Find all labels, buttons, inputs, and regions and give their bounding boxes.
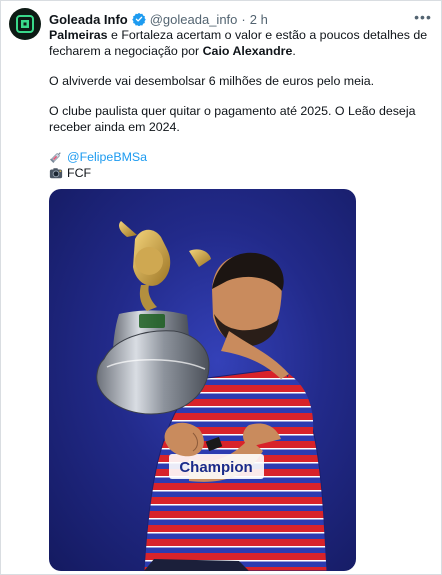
tweet-text: Palmeiras e Fortaleza acertam o valor e … (49, 27, 431, 181)
player-with-trophy-photo: Champion (96, 221, 328, 571)
separator-dot: · (241, 11, 246, 27)
tweet-paragraph-1: Palmeiras e Fortaleza acertam o valor e … (49, 27, 431, 59)
credit-author-link[interactable]: @FelipeBMSa (67, 149, 147, 165)
tweet-card[interactable]: Goleada Info @goleada_info · 2 h ••• Pal… (0, 0, 442, 575)
tweet-photo[interactable]: Champion (49, 189, 356, 571)
camera-emoji-icon (49, 168, 63, 179)
bold-player-name: Caio Alexandre (202, 44, 293, 58)
goleada-logo-icon (16, 15, 34, 33)
syringe-emoji-icon (49, 152, 61, 164)
tweet-paragraph-2: O alviverde vai desembolsar 6 milhões de… (49, 74, 375, 88)
author-handle[interactable]: @goleada_info (150, 12, 238, 27)
credit-photo-text: FCF (67, 166, 92, 180)
avatar[interactable] (9, 8, 41, 40)
tweet-timestamp[interactable]: 2 h (250, 12, 268, 27)
bold-palmeiras: Palmeiras (49, 28, 108, 42)
credit-photo-row: FCF (49, 165, 431, 181)
credit-author-row: @FelipeBMSa (49, 149, 431, 165)
verified-badge-icon (131, 12, 146, 26)
author-name[interactable]: Goleada Info (49, 12, 128, 27)
paragraph-1-text-b: . (292, 44, 296, 58)
tweet-header: Goleada Info @goleada_info · 2 h (49, 9, 429, 29)
svg-text:Champion: Champion (179, 459, 252, 476)
more-options-button[interactable]: ••• (411, 7, 435, 27)
tweet-paragraph-3: O clube paulista quer quitar o pagamento… (49, 104, 416, 134)
